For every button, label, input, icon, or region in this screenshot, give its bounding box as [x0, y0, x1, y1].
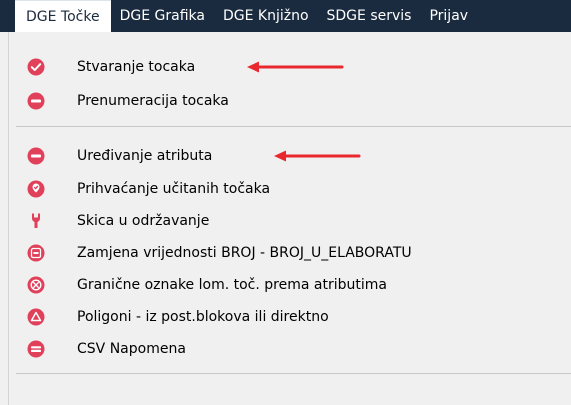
check-circle-icon [27, 58, 45, 76]
menu-prijava[interactable]: Prijav [420, 0, 477, 32]
annotation-arrow-icon [247, 61, 344, 73]
menu-item-prihvacanje-ucitanih-tocaka[interactable]: Prihvaćanje učitanih točaka [0, 175, 571, 203]
menu-bar: DGE Točke DGE Grafika DGE Knjižno SDGE s… [0, 0, 571, 32]
menu-dge-grafika[interactable]: DGE Grafika [111, 0, 214, 32]
menu-item-label: Stvaranje tocaka [77, 59, 196, 75]
menu-item-label: Skica u održavanje [77, 213, 210, 229]
wrench-icon [32, 213, 40, 228]
menu-item-label: Poligoni - iz post.blokova ili direktno [77, 309, 329, 325]
menu-item-label: CSV Napomena [77, 341, 186, 357]
menu-sdge-servis[interactable]: SDGE servis [318, 0, 421, 32]
attribute-edit-icon [27, 147, 45, 165]
menu-dge-tocke[interactable]: DGE Točke [15, 0, 111, 32]
renumber-icon [27, 92, 45, 110]
menu-item-skica-u-odrzavanje[interactable]: Skica u održavanje [0, 207, 571, 235]
boundary-mark-icon [27, 276, 45, 294]
menu-separator [16, 126, 571, 127]
menu-item-label: Prihvaćanje učitanih točaka [77, 181, 271, 197]
dge-tocke-dropdown: Stvaranje tocaka Prenumeracija tocaka Ur… [0, 32, 571, 405]
menu-item-poligoni[interactable]: Poligoni - iz post.blokova ili direktno [0, 303, 571, 331]
menu-item-prenumeracija-tocaka[interactable]: Prenumeracija tocaka [0, 87, 571, 115]
menu-separator [16, 373, 571, 374]
menu-item-label: Granične oznake lom. toč. prema atributi… [77, 277, 387, 293]
annotation-arrow-icon [274, 150, 361, 162]
polygon-icon [27, 308, 45, 326]
accept-points-icon [27, 180, 45, 198]
menu-item-label: Zamjena vrijednosti BROJ - BROJ_U_ELABOR… [77, 245, 412, 261]
menu-item-label: Prenumeracija tocaka [77, 93, 229, 109]
menu-dge-knjizno[interactable]: DGE Knjižno [214, 0, 318, 32]
menu-item-label: Uređivanje atributa [77, 148, 213, 164]
menu-item-csv-napomena[interactable]: CSV Napomena [0, 335, 571, 363]
menu-item-granicne-oznake[interactable]: Granične oznake lom. toč. prema atributi… [0, 271, 571, 299]
csv-note-icon [27, 340, 45, 358]
menu-item-zamjena-vrijednosti[interactable]: Zamjena vrijednosti BROJ - BROJ_U_ELABOR… [0, 239, 571, 267]
replace-value-icon [27, 244, 45, 262]
